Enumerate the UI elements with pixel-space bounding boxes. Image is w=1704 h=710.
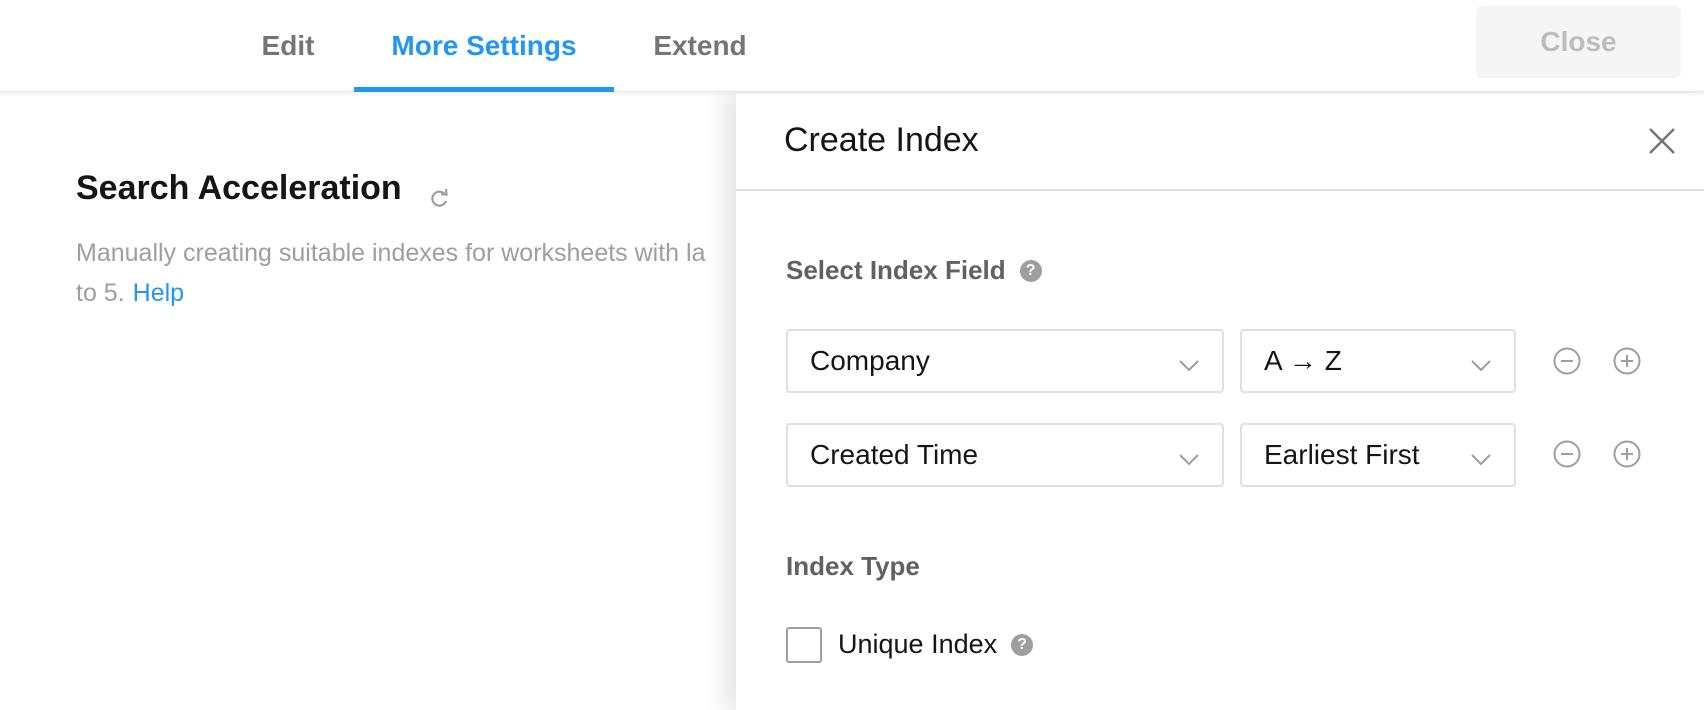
unique-index-label: Unique Index ? — [838, 629, 1034, 660]
top-tab-bar: Edit More Settings Extend Close — [0, 0, 1704, 92]
refresh-icon[interactable] — [428, 180, 450, 207]
help-link[interactable]: Help — [133, 279, 184, 307]
index-field-value: Company — [810, 345, 930, 376]
create-index-drawer: Create Index Select Index Field ? Compan… — [736, 93, 1704, 710]
select-index-field-label: Select Index Field ? — [786, 255, 1042, 286]
index-field-value: Created Time — [810, 439, 979, 470]
help-question-icon[interactable]: ? — [1019, 259, 1042, 282]
tab-edit[interactable]: Edit — [240, 0, 336, 92]
chevron-down-icon — [1470, 445, 1492, 467]
section-description: Manually creating suitable indexes for w… — [76, 233, 756, 313]
unique-index-checkbox[interactable] — [786, 627, 822, 663]
chevron-down-icon — [1178, 351, 1200, 373]
drawer-title: Create Index — [784, 121, 979, 159]
section-title-text: Search Acceleration — [76, 169, 402, 207]
close-icon[interactable] — [1646, 125, 1678, 157]
section-title: Search Acceleration — [76, 169, 450, 208]
drawer-header: Create Index — [736, 93, 1704, 191]
tab-more-settings[interactable]: More Settings — [354, 0, 614, 92]
index-type-label: Index Type — [786, 551, 920, 582]
remove-field-icon[interactable] — [1552, 439, 1582, 469]
unique-index-text: Unique Index — [838, 629, 998, 659]
description-line-1: Manually creating suitable indexes for w… — [76, 239, 706, 267]
remove-field-icon[interactable] — [1552, 346, 1582, 376]
sort-order-value: A → Z — [1264, 345, 1342, 376]
chevron-down-icon — [1178, 445, 1200, 467]
sort-order-select[interactable]: A → Z — [1240, 329, 1516, 393]
select-index-field-text: Select Index Field — [786, 255, 1006, 285]
description-line-2: to 5. — [76, 279, 125, 307]
sort-order-value: Earliest First — [1264, 439, 1420, 470]
add-field-icon[interactable] — [1612, 346, 1642, 376]
chevron-down-icon — [1470, 351, 1492, 373]
add-field-icon[interactable] — [1612, 439, 1642, 469]
tab-extend[interactable]: Extend — [640, 0, 760, 92]
index-type-text: Index Type — [786, 551, 920, 581]
index-field-select[interactable]: Created Time — [786, 423, 1224, 487]
close-button[interactable]: Close — [1476, 6, 1681, 78]
help-question-icon[interactable]: ? — [1011, 633, 1034, 656]
sort-order-select[interactable]: Earliest First — [1240, 423, 1516, 487]
index-field-select[interactable]: Company — [786, 329, 1224, 393]
